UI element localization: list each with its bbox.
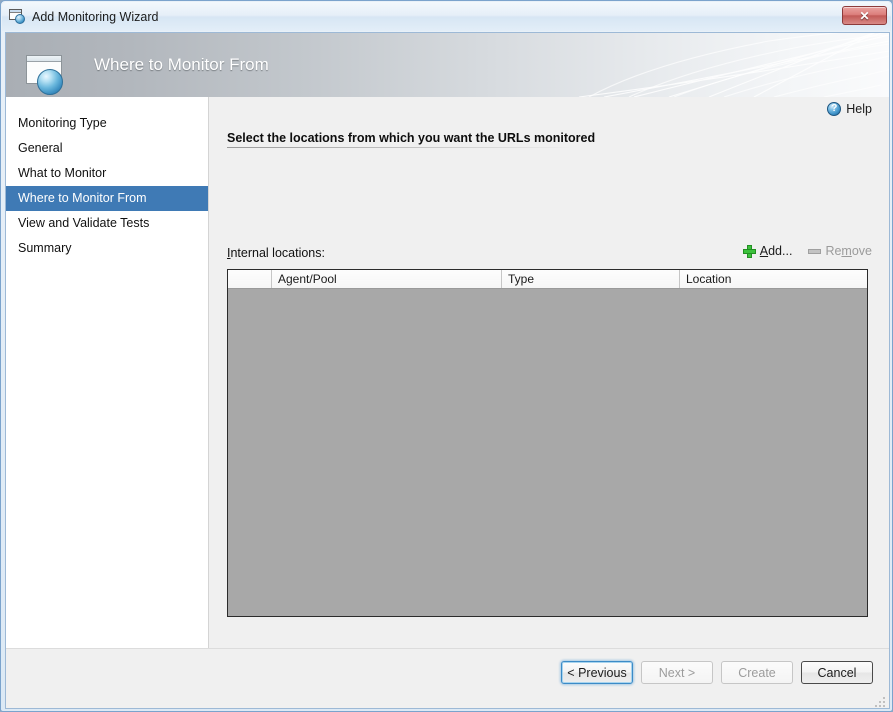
wizard-window-icon: [9, 9, 26, 24]
internal-locations-label-rest: nternal locations:: [230, 246, 325, 260]
create-button[interactable]: Create: [721, 661, 793, 684]
remove-location-button[interactable]: Remove: [808, 244, 872, 258]
close-icon: ✕: [859, 8, 870, 23]
next-button[interactable]: Next >: [641, 661, 713, 684]
page-title: Select the locations from which you want…: [227, 131, 595, 148]
grid-body-empty[interactable]: [228, 289, 867, 616]
wizard-banner: Where to Monitor From: [6, 33, 889, 97]
minus-icon: [808, 245, 822, 258]
sidebar-item-summary[interactable]: Summary: [6, 236, 208, 261]
banner-mesh-decoration: [578, 33, 889, 97]
wizard-client-area: Where to Monitor From Monitoring Type Ge…: [5, 32, 890, 709]
sidebar-item-view-and-validate-tests[interactable]: View and Validate Tests: [6, 211, 208, 236]
grid-column-select[interactable]: [228, 270, 272, 288]
sidebar-item-where-to-monitor-from[interactable]: Where to Monitor From: [6, 186, 208, 211]
add-location-button[interactable]: Add...: [742, 244, 793, 258]
wizard-step-sidebar: Monitoring Type General What to Monitor …: [6, 97, 209, 648]
grid-column-type[interactable]: Type: [502, 270, 680, 288]
internal-locations-grid[interactable]: Agent/Pool Type Location: [227, 269, 868, 617]
banner-wizard-icon: [22, 55, 74, 95]
wizard-content-panel: ? Help Select the locations from which y…: [210, 97, 889, 648]
wizard-nav-buttons: < Previous Next > Create Cancel: [553, 661, 873, 684]
help-link[interactable]: ? Help: [827, 102, 872, 116]
resize-grip[interactable]: [874, 696, 886, 708]
help-label: Help: [846, 102, 872, 116]
sidebar-item-monitoring-type[interactable]: Monitoring Type: [6, 111, 208, 136]
wizard-body: Monitoring Type General What to Monitor …: [6, 97, 889, 648]
close-button[interactable]: ✕: [842, 6, 887, 25]
internal-locations-label: Internal locations:: [227, 246, 325, 260]
previous-button[interactable]: < Previous: [561, 661, 633, 684]
window-title: Add Monitoring Wizard: [32, 9, 159, 24]
remove-location-label: Remove: [825, 244, 872, 258]
sidebar-item-what-to-monitor[interactable]: What to Monitor: [6, 161, 208, 186]
wizard-window: Add Monitoring Wizard ✕ Where to Monitor…: [0, 0, 893, 712]
wizard-footer: < Previous Next > Create Cancel: [6, 648, 889, 708]
grid-column-location[interactable]: Location: [680, 270, 867, 288]
grid-header-row: Agent/Pool Type Location: [228, 270, 867, 289]
plus-icon: [742, 244, 756, 258]
add-location-label: Add...: [759, 244, 793, 258]
cancel-button[interactable]: Cancel: [801, 661, 873, 684]
title-bar: Add Monitoring Wizard ✕: [2, 2, 891, 31]
locations-toolbar: Add... Remove: [727, 244, 872, 258]
sidebar-item-general[interactable]: General: [6, 136, 208, 161]
banner-title: Where to Monitor From: [94, 55, 269, 74]
help-question-icon: ?: [827, 102, 842, 116]
grid-column-agent-pool[interactable]: Agent/Pool: [272, 270, 502, 288]
